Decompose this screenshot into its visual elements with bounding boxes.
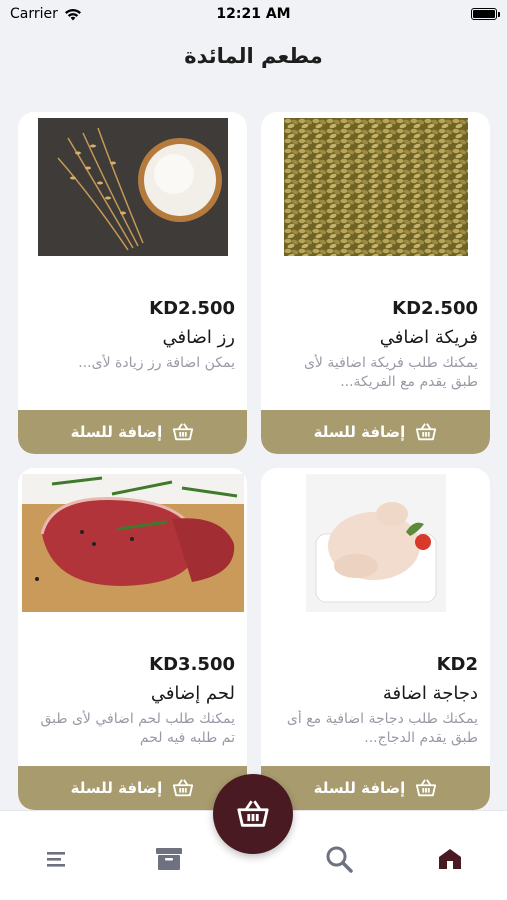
product-name: دجاجة اضافة [382,683,478,704]
menu-icon[interactable] [37,839,77,879]
product-description: يمكن اضافة رز زيادة لأى... [78,355,235,371]
basket-icon [416,779,437,797]
product-card[interactable]: KD2.500 رز اضافي يمكن اضافة رز زيادة لأى… [18,112,247,454]
basket-icon [173,779,194,797]
product-name: فريكة اضافي [379,327,478,348]
product-price: KD2.500 [392,298,478,319]
product-name: رز اضافي [162,327,235,348]
product-price: KD2 [436,654,478,675]
product-description: يمكنك طلب لحم اضافي لأى طبق تم طلبه فيه … [40,711,235,746]
add-to-cart-button[interactable]: إضافة للسلة [261,410,490,454]
product-name: لحم إضافي [150,683,235,704]
basket-icon [416,423,437,441]
product-card[interactable]: KD3.500 لحم إضافي يمكنك طلب لحم اضافي لأ… [18,468,247,810]
wifi-icon [64,8,81,20]
product-grid: KD2.500 فريكة اضافي يمكنك طلب فريكة اضاف… [18,112,490,810]
rice-image [18,112,247,260]
carrier-label: Carrier [10,6,58,22]
battery-icon [471,8,500,20]
search-icon[interactable] [319,839,359,879]
add-to-cart-label: إضافة للسلة [70,779,163,797]
home-icon[interactable] [430,839,470,879]
add-to-cart-label: إضافة للسلة [70,423,163,441]
page-title: مطعم المائدة [184,44,323,68]
freekeh-image [261,112,490,260]
product-description: يمكنك طلب دجاجة اضافية مع أى طبق يقدم ال… [286,711,478,746]
product-card[interactable]: KD2 دجاجة اضافة يمكنك طلب دجاجة اضافية م… [261,468,490,810]
add-to-cart-label: إضافة للسلة [313,423,406,441]
add-to-cart-button[interactable]: إضافة للسلة [261,766,490,810]
product-description: يمكنك طلب فريكة اضافية لأى طبق يقدم مع ا… [303,355,478,390]
status-bar: Carrier 12:21 AM [0,0,507,28]
chicken-image [261,468,490,616]
product-price: KD3.500 [149,654,235,675]
add-to-cart-button[interactable]: إضافة للسلة [18,410,247,454]
cart-icon [237,800,269,827]
basket-icon [173,423,194,441]
orders-icon[interactable] [149,839,189,879]
cart-fab-button[interactable] [213,774,293,854]
product-card[interactable]: KD2.500 فريكة اضافي يمكنك طلب فريكة اضاف… [261,112,490,454]
beef-image [18,468,247,616]
product-price: KD2.500 [149,298,235,319]
add-to-cart-button[interactable]: إضافة للسلة [18,766,247,810]
add-to-cart-label: إضافة للسلة [313,779,406,797]
